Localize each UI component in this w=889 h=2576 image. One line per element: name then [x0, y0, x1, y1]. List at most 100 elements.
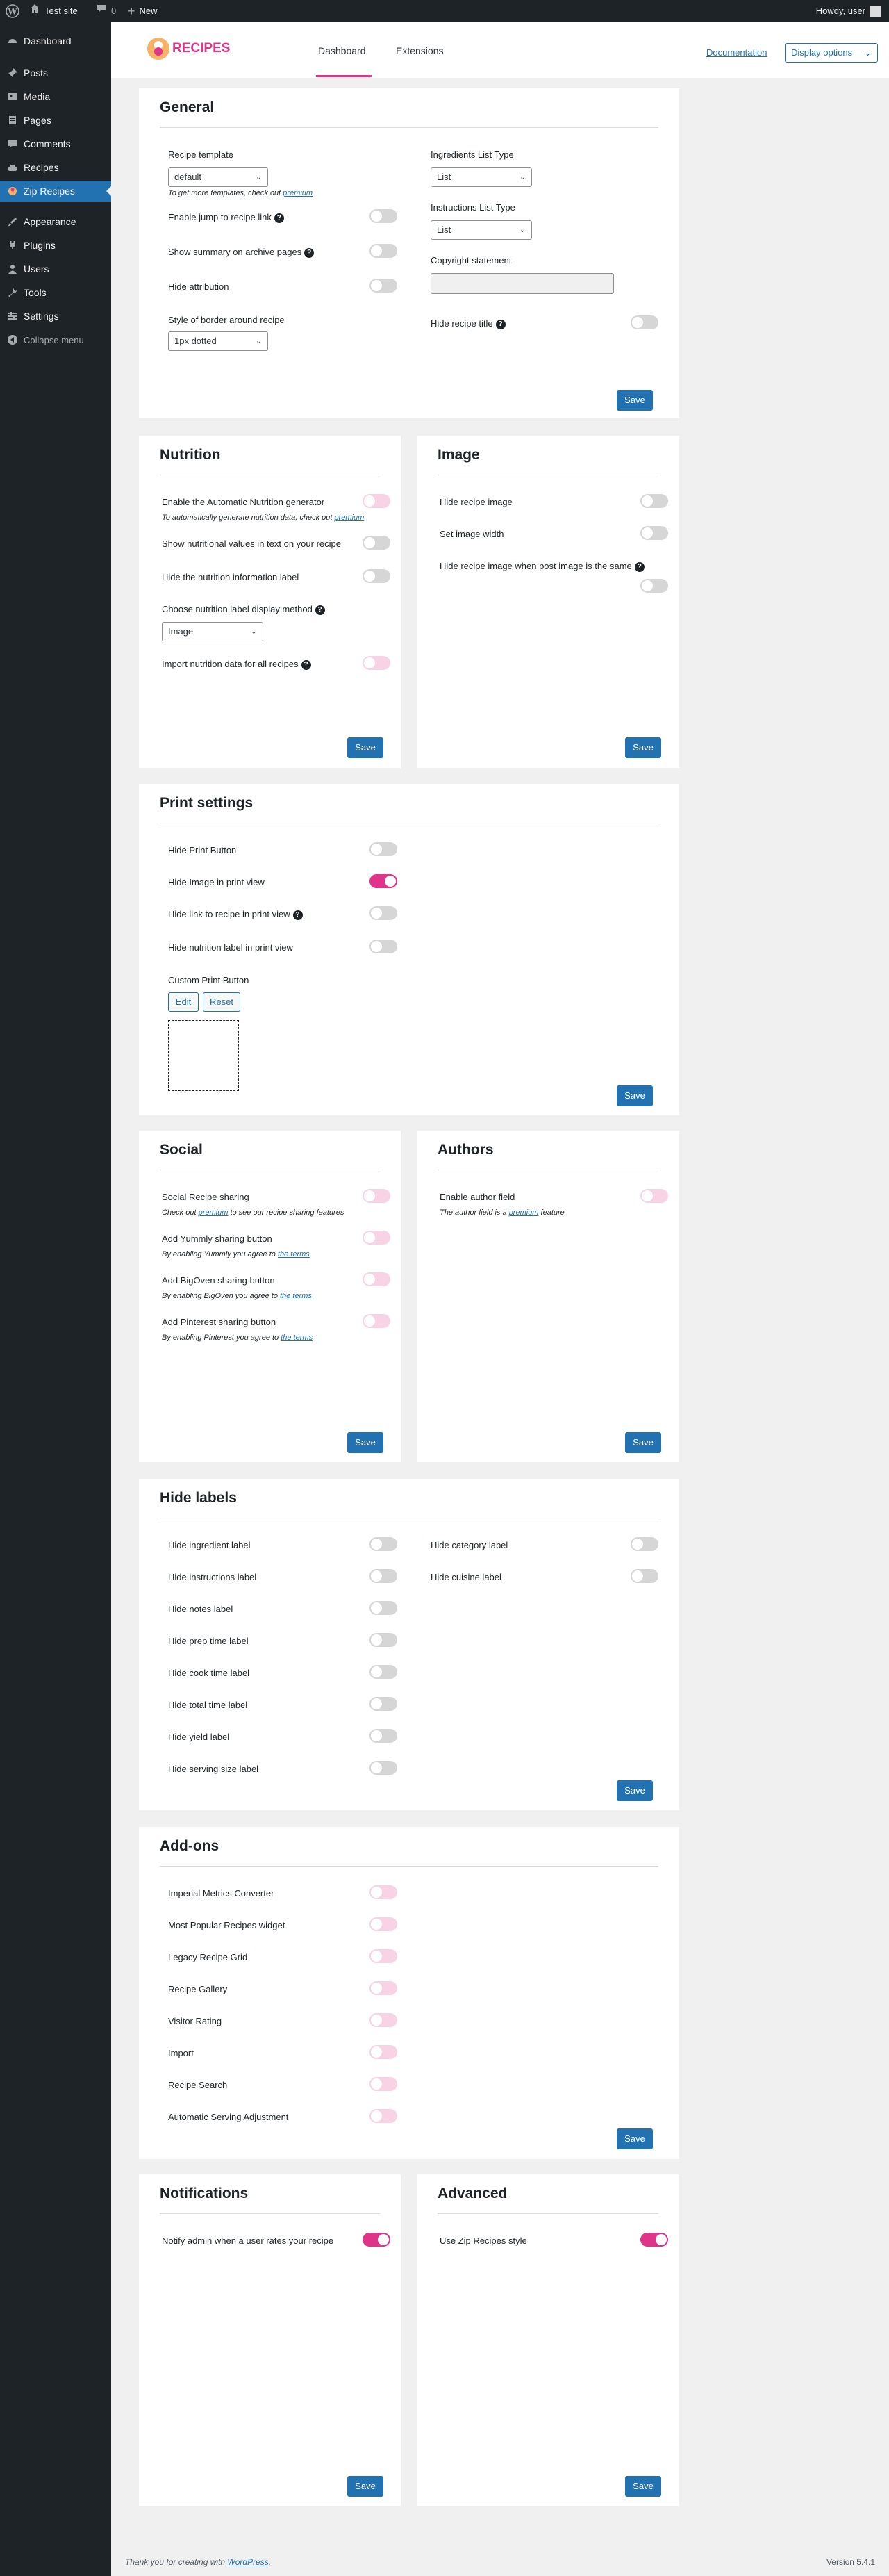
sidebar-item-pages[interactable]: Pages	[0, 110, 111, 131]
sidebar-item-media[interactable]: Media	[0, 86, 111, 107]
image-width-toggle[interactable]	[640, 526, 668, 540]
hide-image-toggle[interactable]	[640, 494, 668, 508]
addons-save-button[interactable]: Save	[617, 2128, 653, 2149]
authors-save-button[interactable]: Save	[625, 1432, 661, 1453]
hide-link-print-toggle[interactable]	[369, 906, 397, 920]
premium-link[interactable]: premium	[283, 189, 313, 197]
wrench-icon	[7, 287, 18, 298]
image-save-button[interactable]: Save	[625, 737, 661, 758]
my-account-link[interactable]: Howdy, user	[816, 0, 881, 22]
hide-print-button-toggle[interactable]	[369, 842, 397, 856]
help-icon[interactable]: ?	[274, 213, 284, 223]
summary-archive-toggle[interactable]	[369, 244, 397, 258]
premium-link[interactable]: premium	[334, 514, 364, 522]
author-field-toggle[interactable]	[640, 1189, 668, 1203]
tab-extensions[interactable]: Extensions	[396, 45, 443, 56]
tab-dashboard[interactable]: Dashboard	[318, 45, 366, 56]
chevron-down-icon: ⌄	[864, 47, 872, 58]
general-save-button[interactable]: Save	[617, 390, 653, 411]
yummly-toggle[interactable]	[363, 1231, 390, 1245]
hide-prep-time-toggle[interactable]	[369, 1633, 397, 1647]
jump-to-recipe-toggle[interactable]	[369, 209, 397, 223]
addon-popular-recipes-toggle[interactable]	[369, 1917, 397, 1931]
social-save-button[interactable]: Save	[347, 1432, 383, 1453]
sidebar-item-comments[interactable]: Comments	[0, 133, 111, 154]
terms-link[interactable]: the terms	[280, 1292, 312, 1300]
hide-when-post-toggle[interactable]	[640, 579, 668, 593]
site-name-link[interactable]: Test site	[29, 0, 78, 22]
addon-recipe-gallery-toggle[interactable]	[369, 1981, 397, 1995]
sidebar-item-zip-recipes[interactable]: Zip Recipes	[0, 181, 111, 202]
recipe-template-select[interactable]: default ⌄	[168, 167, 268, 187]
wordpress-logo-icon[interactable]: W	[6, 0, 19, 22]
hide-labels-save-button[interactable]: Save	[617, 1780, 653, 1801]
help-icon[interactable]: ?	[634, 561, 645, 572]
hide-attribution-toggle[interactable]	[369, 279, 397, 293]
new-content-link[interactable]: + New	[128, 0, 158, 22]
hide-title-toggle[interactable]	[631, 315, 658, 329]
display-options-button[interactable]: Display options ⌄	[785, 43, 878, 63]
hide-image-print-toggle[interactable]	[369, 874, 397, 888]
documentation-link[interactable]: Documentation	[706, 47, 767, 58]
copyright-input[interactable]	[431, 273, 614, 294]
hide-nutrition-print-toggle[interactable]	[369, 940, 397, 953]
sidebar-item-posts[interactable]: Posts	[0, 63, 111, 83]
premium-link[interactable]: premium	[199, 1208, 229, 1217]
reset-button[interactable]: Reset	[203, 992, 240, 1012]
help-icon[interactable]: ?	[315, 605, 325, 615]
hide-notes-toggle[interactable]	[369, 1601, 397, 1615]
use-style-toggle[interactable]	[640, 2233, 668, 2247]
sidebar-item-appearance[interactable]: Appearance	[0, 211, 111, 232]
hide-category-toggle[interactable]	[631, 1537, 658, 1551]
sidebar-item-settings[interactable]: Settings	[0, 306, 111, 327]
hide-cook-time-toggle[interactable]	[369, 1665, 397, 1679]
terms-link[interactable]: the terms	[281, 1334, 313, 1342]
display-method-select[interactable]: Image ⌄	[162, 622, 263, 641]
sidebar-item-users[interactable]: Users	[0, 259, 111, 279]
zip-recipes-logo[interactable]: RECIPES	[146, 36, 230, 61]
hide-nutrition-print-label: Hide nutrition label in print view	[168, 942, 293, 953]
help-icon[interactable]: ?	[292, 910, 303, 920]
advanced-save-button[interactable]: Save	[625, 2476, 661, 2497]
help-icon[interactable]: ?	[304, 247, 315, 258]
nutrition-text-toggle[interactable]	[363, 536, 390, 550]
nutrition-title: Nutrition	[160, 447, 221, 463]
notify-admin-toggle[interactable]	[363, 2233, 390, 2247]
premium-link[interactable]: premium	[509, 1208, 539, 1217]
sidebar-item-dashboard[interactable]: Dashboard	[0, 31, 111, 51]
hide-ingredient-toggle[interactable]	[369, 1537, 397, 1551]
terms-link[interactable]: the terms	[278, 1250, 310, 1258]
addon-legacy-grid-toggle[interactable]	[369, 1949, 397, 1963]
social-sharing-toggle[interactable]	[363, 1189, 390, 1203]
instructions-type-select[interactable]: List ⌄	[431, 220, 532, 240]
addon-recipe-search-toggle[interactable]	[369, 2077, 397, 2091]
comments-link[interactable]: 0	[96, 0, 116, 22]
addon-imperial-metrics-toggle[interactable]	[369, 1885, 397, 1899]
sidebar-item-recipes[interactable]: Recipes	[0, 157, 111, 178]
border-style-select[interactable]: 1px dotted ⌄	[168, 331, 268, 351]
nutrition-save-button[interactable]: Save	[347, 737, 383, 758]
ingredients-type-select[interactable]: List ⌄	[431, 167, 532, 187]
help-icon[interactable]: ?	[495, 319, 506, 329]
edit-button[interactable]: Edit	[168, 992, 199, 1012]
addon-serving-adjustment-toggle[interactable]	[369, 2109, 397, 2123]
auto-nutrition-toggle[interactable]	[363, 494, 390, 508]
sidebar-item-tools[interactable]: Tools	[0, 282, 111, 303]
help-icon[interactable]: ?	[301, 659, 311, 670]
notifications-save-button[interactable]: Save	[347, 2476, 383, 2497]
pinterest-toggle[interactable]	[363, 1314, 390, 1328]
wordpress-link[interactable]: WordPress	[227, 2557, 268, 2567]
hide-total-time-toggle[interactable]	[369, 1697, 397, 1711]
hide-cuisine-toggle[interactable]	[631, 1569, 658, 1583]
bigoven-toggle[interactable]	[363, 1272, 390, 1286]
hide-serving-size-toggle[interactable]	[369, 1761, 397, 1775]
hide-yield-toggle[interactable]	[369, 1729, 397, 1743]
collapse-menu-button[interactable]: Collapse menu	[0, 329, 111, 350]
addon-visitor-rating-toggle[interactable]	[369, 2013, 397, 2027]
hide-nutrition-toggle[interactable]	[363, 569, 390, 583]
sidebar-item-plugins[interactable]: Plugins	[0, 235, 111, 256]
import-nutrition-toggle[interactable]	[363, 656, 390, 670]
addon-import-toggle[interactable]	[369, 2045, 397, 2059]
print-save-button[interactable]: Save	[617, 1085, 653, 1106]
hide-instructions-toggle[interactable]	[369, 1569, 397, 1583]
